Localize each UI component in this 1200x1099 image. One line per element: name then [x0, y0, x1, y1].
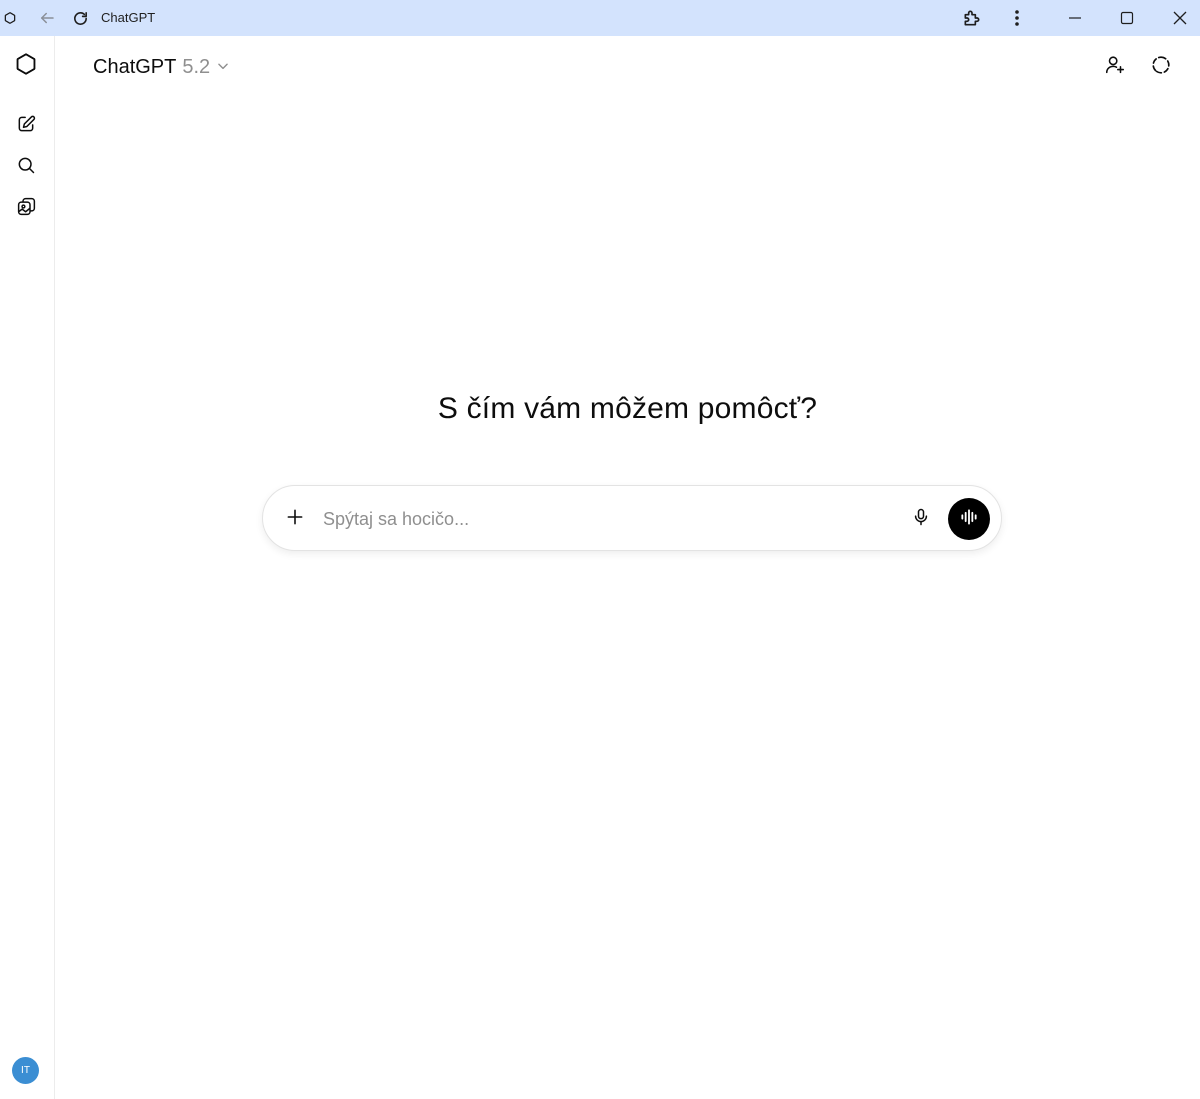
- window-title-bar: ChatGPT: [0, 0, 1200, 36]
- reload-icon[interactable]: [67, 0, 93, 36]
- search-icon: [16, 155, 36, 180]
- openai-logo-icon: [13, 51, 39, 82]
- maximize-icon[interactable]: [1110, 0, 1144, 36]
- prompt-input[interactable]: [323, 504, 883, 534]
- voice-mode-button[interactable]: [948, 498, 990, 540]
- model-version: 5.2: [182, 55, 211, 78]
- plus-icon: [285, 507, 305, 532]
- extensions-icon[interactable]: [958, 0, 986, 36]
- back-arrow-icon[interactable]: [34, 0, 60, 36]
- microphone-icon: [911, 507, 931, 532]
- avatar[interactable]: IT: [12, 1057, 39, 1084]
- add-person-icon: [1104, 54, 1126, 81]
- temporary-chat-button[interactable]: [1143, 49, 1179, 85]
- audio-waveform-icon: [959, 507, 979, 532]
- share-add-people-button[interactable]: [1097, 49, 1133, 85]
- images-icon: [16, 196, 37, 222]
- dictate-button[interactable]: [903, 501, 939, 537]
- add-attachment-button[interactable]: [277, 501, 313, 537]
- compose-icon: [16, 114, 36, 139]
- model-selector[interactable]: ChatGPT 5.2: [85, 50, 238, 84]
- chatgpt-logo-icon: [0, 0, 20, 36]
- prompt-composer: [262, 485, 1002, 551]
- library-button[interactable]: [8, 191, 44, 227]
- avatar-initials: IT: [21, 1065, 30, 1076]
- page-title: S čím vám môžem pomôcť?: [437, 392, 818, 425]
- temporary-chat-icon: [1150, 54, 1172, 81]
- model-name: ChatGPT: [93, 55, 177, 78]
- close-icon[interactable]: [1163, 0, 1197, 36]
- minimize-icon[interactable]: [1058, 0, 1092, 36]
- sidebar: IT: [0, 36, 55, 1099]
- chatgpt-home-logo[interactable]: [8, 48, 44, 84]
- chevron-down-icon: [216, 56, 230, 79]
- more-vert-icon[interactable]: [1005, 0, 1029, 36]
- search-chats-button[interactable]: [8, 149, 44, 185]
- new-chat-button[interactable]: [8, 108, 44, 144]
- window-title: ChatGPT: [101, 10, 156, 25]
